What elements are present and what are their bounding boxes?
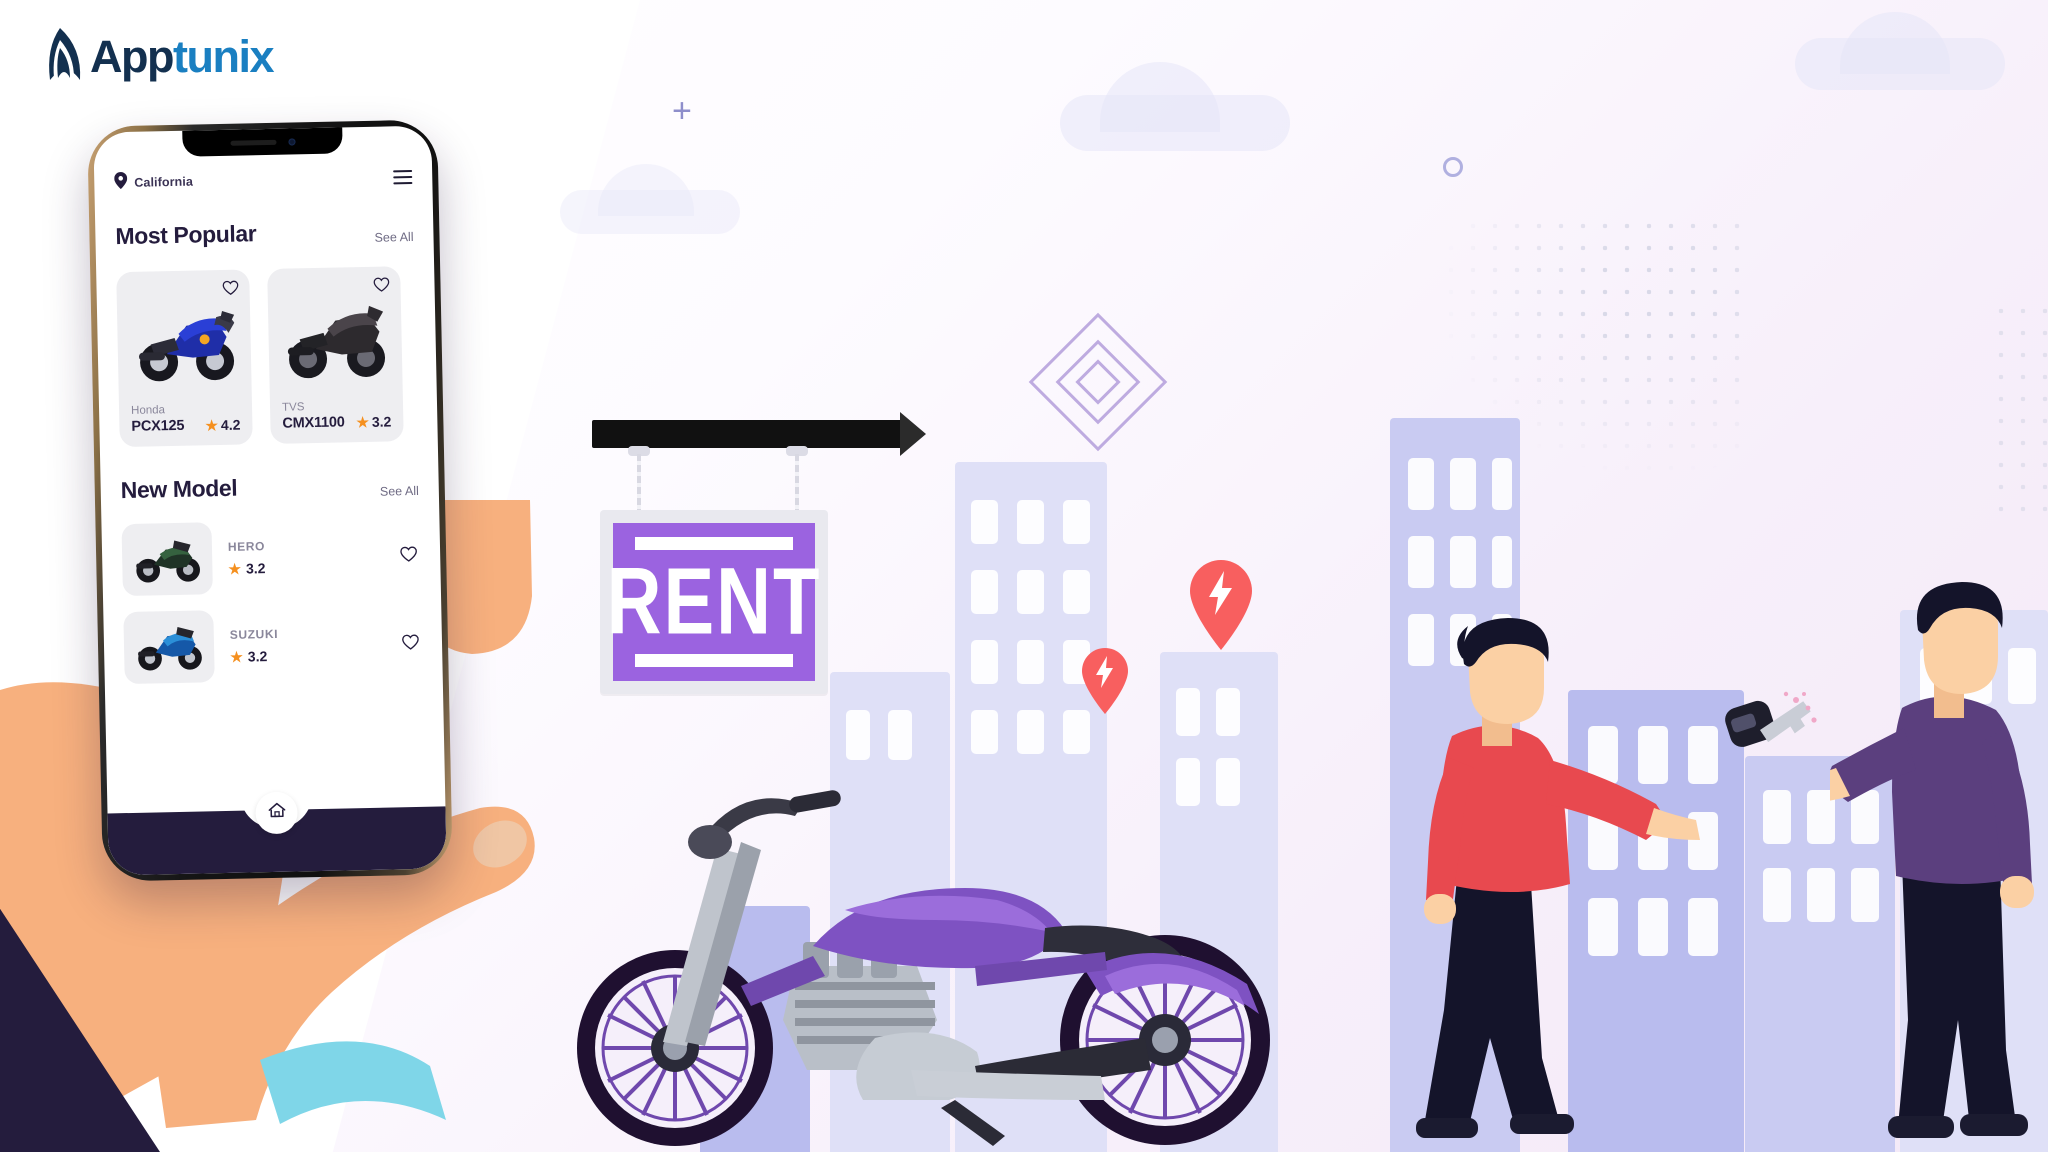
see-all-link-most-popular[interactable]: See All — [374, 230, 413, 245]
circle-outline-decoration — [1443, 157, 1463, 177]
hamburger-menu-icon[interactable] — [393, 169, 413, 185]
rating-value: 3.2 — [247, 647, 268, 664]
list-item[interactable]: HERO ★ 3.2 — [121, 518, 420, 597]
bike-model: CMX1100 — [282, 414, 345, 432]
list-item[interactable]: SUZUKI ★ 3.2 — [123, 606, 422, 685]
most-popular-card-list: Honda PCX125 ★ 4.2 TVS CMX1100 ★ 3.2 — [116, 266, 418, 448]
bike-card-footer: PCX125 ★ 4.2 — [131, 417, 240, 435]
rating-value: 3.2 — [245, 559, 266, 577]
section-title: New Model — [120, 474, 238, 504]
bike-card[interactable]: Honda PCX125 ★ 4.2 — [116, 269, 253, 448]
heart-outline-icon[interactable] — [402, 634, 419, 650]
logo-mark-icon — [30, 26, 88, 87]
home-icon — [268, 802, 285, 824]
plus-decoration: + — [672, 92, 692, 130]
sign-pole-tip — [900, 412, 926, 456]
see-all-link-new-model[interactable]: See All — [380, 484, 419, 499]
bike-card-footer: CMX1100 ★ 3.2 — [282, 413, 391, 431]
star-icon: ★ — [356, 413, 370, 431]
cloud-shape — [1100, 62, 1220, 132]
heart-outline-icon[interactable] — [373, 276, 390, 292]
map-pin-large — [1190, 560, 1252, 655]
bike-rating: ★ 3.2 — [228, 557, 384, 577]
bike-brand: HERO — [227, 538, 266, 554]
bike-rating: ★ 3.2 — [356, 413, 391, 430]
section-header-new-model: New Model See All — [120, 471, 419, 504]
logo-text-tunix: tunix — [172, 31, 275, 82]
sign-chain — [795, 454, 799, 512]
section-header-most-popular: Most Popular See All — [115, 217, 414, 250]
list-item-info: SUZUKI ★ 3.2 — [230, 624, 387, 664]
star-icon: ★ — [230, 648, 243, 665]
illustration-stage: + RENT California Most Popular See All H… — [0, 0, 2048, 1152]
car-key-icon — [1718, 690, 1828, 781]
rating-value: 4.2 — [220, 416, 241, 434]
halftone-dots — [1990, 300, 2048, 520]
phone-screen: California Most Popular See All Honda PC… — [93, 125, 447, 876]
home-nav-button[interactable] — [255, 791, 298, 835]
app-header: California — [114, 166, 413, 195]
star-icon: ★ — [205, 417, 219, 434]
bike-model: PCX125 — [131, 417, 185, 435]
cloud-shape — [598, 164, 694, 216]
bike-card[interactable]: TVS CMX1100 ★ 3.2 — [267, 266, 404, 444]
rating-value: 3.2 — [371, 413, 392, 430]
star-icon: ★ — [228, 560, 242, 577]
bottom-navigation-bar — [107, 791, 447, 876]
logo-text-app: App — [90, 31, 174, 82]
list-item-info: HERO ★ 3.2 — [227, 536, 385, 577]
sign-pole-bar — [592, 420, 902, 448]
section-title: Most Popular — [115, 220, 257, 250]
new-model-list: HERO ★ 3.2 SUZUKI ★ 3.2 — [121, 518, 422, 685]
person-red-shirt — [1410, 618, 1710, 1152]
blue-sportbike-image — [128, 280, 240, 405]
map-pin-icon — [114, 172, 128, 194]
bike-rating: ★ 4.2 — [205, 417, 240, 434]
cloud-shape — [1840, 12, 1950, 74]
black-sportbike-image — [279, 276, 391, 401]
bike-brand: SUZUKI — [229, 626, 279, 642]
heart-outline-icon[interactable] — [400, 546, 417, 562]
location-selector[interactable]: California — [114, 171, 193, 195]
apptunix-logo: Apptunix — [30, 26, 275, 87]
green-streetbike-image — [121, 522, 213, 597]
bike-rating: ★ 3.2 — [230, 645, 386, 665]
logo-text: Apptunix — [90, 31, 275, 82]
diamond-outline — [1028, 312, 1168, 452]
bike-brand: TVS — [281, 401, 305, 414]
phone-mockup: California Most Popular See All Honda PC… — [87, 119, 453, 882]
bike-brand: Honda — [130, 404, 166, 417]
blue-sportbike-image — [123, 610, 215, 685]
person-purple-shirt — [1794, 580, 2048, 1152]
app-screen-body: California Most Popular See All Honda PC… — [93, 126, 446, 876]
map-pin-small — [1082, 648, 1128, 719]
location-label: California — [134, 174, 194, 190]
heart-outline-icon[interactable] — [222, 280, 239, 296]
